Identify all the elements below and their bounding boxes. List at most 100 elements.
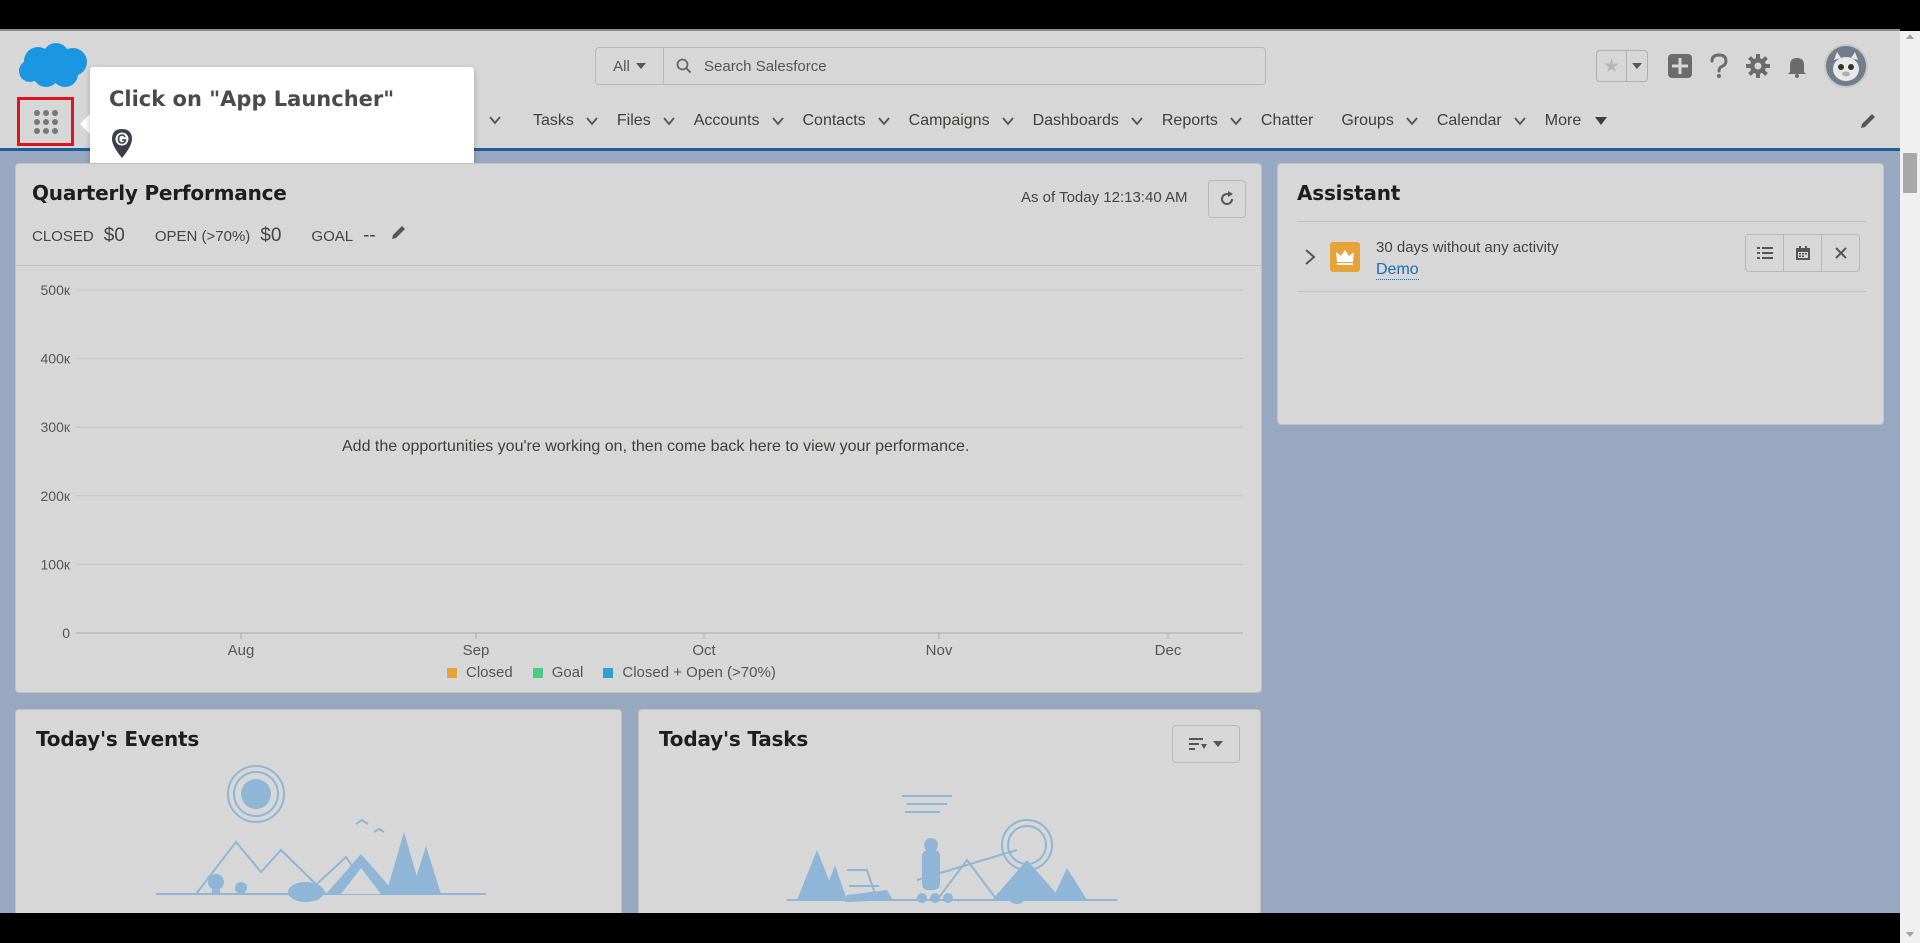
nav-item-label: Tasks	[533, 111, 574, 129]
favorites-group: ★	[1596, 50, 1648, 82]
refresh-button[interactable]	[1208, 180, 1246, 218]
help-button[interactable]	[1699, 48, 1738, 84]
nav-item-more[interactable]: More	[1544, 93, 1608, 148]
nav-item-groups[interactable]: Groups	[1341, 93, 1436, 148]
chevron-down-icon[interactable]	[1129, 113, 1145, 129]
gear-icon	[1745, 54, 1770, 78]
chevron-down-icon[interactable]	[584, 113, 600, 129]
open-label: OPEN (>70%)	[154, 228, 251, 245]
guide-pin-icon	[112, 129, 132, 158]
y-tick-label: 0	[62, 625, 70, 641]
calendar-icon	[1795, 246, 1810, 260]
assistant-item-text: 30 days without any activity	[1376, 239, 1559, 256]
closed-value: $0	[103, 225, 125, 246]
quarterly-performance-card: Quarterly Performance CLOSED $0 OPEN (>7…	[15, 163, 1262, 693]
global-actions-button[interactable]	[1660, 48, 1699, 84]
nav-item-label: Contacts	[802, 111, 866, 129]
performance-metrics: CLOSED $0 OPEN (>70%) $0 GOAL --	[32, 223, 408, 247]
y-tick-label: 500к	[41, 282, 71, 298]
chevron-down-icon[interactable]	[876, 113, 892, 129]
x-tick-label: Sep	[463, 642, 490, 659]
user-avatar[interactable]	[1824, 44, 1868, 88]
nav-items: Tasks Files Accounts Contacts Campaigns …	[533, 93, 1608, 148]
caret-down-icon	[635, 63, 646, 69]
favorites-list-button[interactable]	[1627, 51, 1647, 81]
scroll-down-arrow-icon[interactable]	[1906, 932, 1914, 937]
x-tick-label: Dec	[1155, 642, 1182, 659]
chevron-down-icon[interactable]	[661, 113, 677, 129]
nav-item-label: Groups	[1341, 111, 1394, 129]
favorite-star-icon[interactable]: ★	[1597, 51, 1627, 81]
tasks-filter-button[interactable]	[1172, 725, 1240, 763]
assistant-actions	[1745, 234, 1860, 272]
chevron-down-icon[interactable]	[1404, 113, 1420, 129]
new-event-button[interactable]	[1783, 234, 1822, 272]
closed-label: CLOSED	[32, 228, 94, 245]
setup-button[interactable]	[1738, 48, 1777, 84]
card-title: Today's Events	[36, 727, 200, 751]
x-tick-label: Aug	[228, 642, 255, 659]
nav-item-files[interactable]: Files	[617, 93, 694, 148]
nav-item-tasks[interactable]: Tasks	[533, 93, 617, 148]
goal-value: --	[363, 225, 376, 246]
salesforce-logo	[19, 43, 87, 87]
legend-label: Closed + Open (>70%)	[622, 664, 776, 681]
scroll-up-arrow-icon[interactable]	[1906, 34, 1914, 39]
nav-item-label: Chatter	[1260, 111, 1314, 129]
edit-goal-pencil-icon[interactable]	[390, 223, 408, 241]
new-task-button[interactable]	[1745, 234, 1784, 272]
edit-nav-pencil-icon[interactable]	[1858, 111, 1878, 131]
chevron-down-icon[interactable]	[770, 113, 786, 129]
card-title: Assistant	[1297, 181, 1401, 205]
task-list-icon	[1756, 247, 1773, 259]
nav-item-label: Reports	[1161, 111, 1218, 129]
divider	[1297, 291, 1866, 292]
nav-item-accounts[interactable]: Accounts	[694, 93, 803, 148]
y-tick-label: 200к	[41, 488, 71, 504]
legend-label: Closed	[466, 664, 513, 681]
search-input[interactable]	[704, 48, 1265, 84]
callout-title: Click on "App Launcher"	[109, 87, 395, 111]
assistant-item-link[interactable]: Demo	[1376, 260, 1419, 280]
performance-chart: 0 100к 200к 300к 400к 500к Aug Sep Oct Nov Dec	[41, 282, 1243, 659]
app-launcher-button[interactable]	[17, 97, 74, 146]
nav-item-calendar[interactable]: Calendar	[1437, 93, 1545, 148]
nav-more-label: More	[1544, 111, 1582, 129]
caret-down-icon	[1213, 741, 1223, 747]
notifications-button[interactable]	[1777, 48, 1816, 84]
y-tick-label: 300к	[41, 419, 71, 435]
nav-item-reports[interactable]: Reports	[1162, 93, 1261, 148]
nav-item-dashboards[interactable]: Dashboards	[1033, 93, 1162, 148]
add-icon	[1667, 54, 1692, 78]
nav-item-label: Dashboards	[1032, 111, 1119, 129]
tasks-empty-illustration	[787, 795, 1117, 904]
search-scope-label: All	[613, 57, 630, 75]
legend-swatch	[532, 667, 543, 678]
chevron-down-icon[interactable]	[487, 112, 503, 128]
nav-item-campaigns[interactable]: Campaigns	[909, 93, 1033, 148]
x-tick-label: Oct	[692, 642, 716, 659]
legend-swatch	[447, 667, 457, 678]
divider	[1297, 221, 1866, 222]
legend-item: Goal	[532, 664, 583, 681]
close-icon	[1834, 247, 1847, 259]
y-tick-label: 400к	[41, 351, 71, 367]
events-empty-illustration	[156, 765, 486, 902]
header-utility-icons: ★	[1596, 44, 1868, 88]
chevron-down-icon[interactable]	[1512, 113, 1528, 129]
legend-item: Closed	[447, 664, 513, 681]
scroll-thumb[interactable]	[1903, 153, 1917, 193]
nav-item-contacts[interactable]: Contacts	[803, 93, 909, 148]
astro-avatar-icon	[1826, 46, 1866, 86]
nav-item-chatter[interactable]: Chatter	[1261, 93, 1313, 148]
chevron-right-icon[interactable]	[1303, 248, 1317, 266]
help-icon	[1710, 53, 1728, 78]
legend-swatch	[603, 667, 614, 678]
empty-chart-message: Add the opportunities you're working on,…	[328, 429, 1018, 465]
card-title: Today's Tasks	[659, 727, 809, 751]
chevron-down-icon[interactable]	[1000, 113, 1016, 129]
search-icon	[664, 48, 704, 84]
chevron-down-icon[interactable]	[1228, 113, 1244, 129]
dismiss-button[interactable]	[1821, 234, 1860, 272]
search-scope-dropdown[interactable]: All	[596, 48, 664, 84]
